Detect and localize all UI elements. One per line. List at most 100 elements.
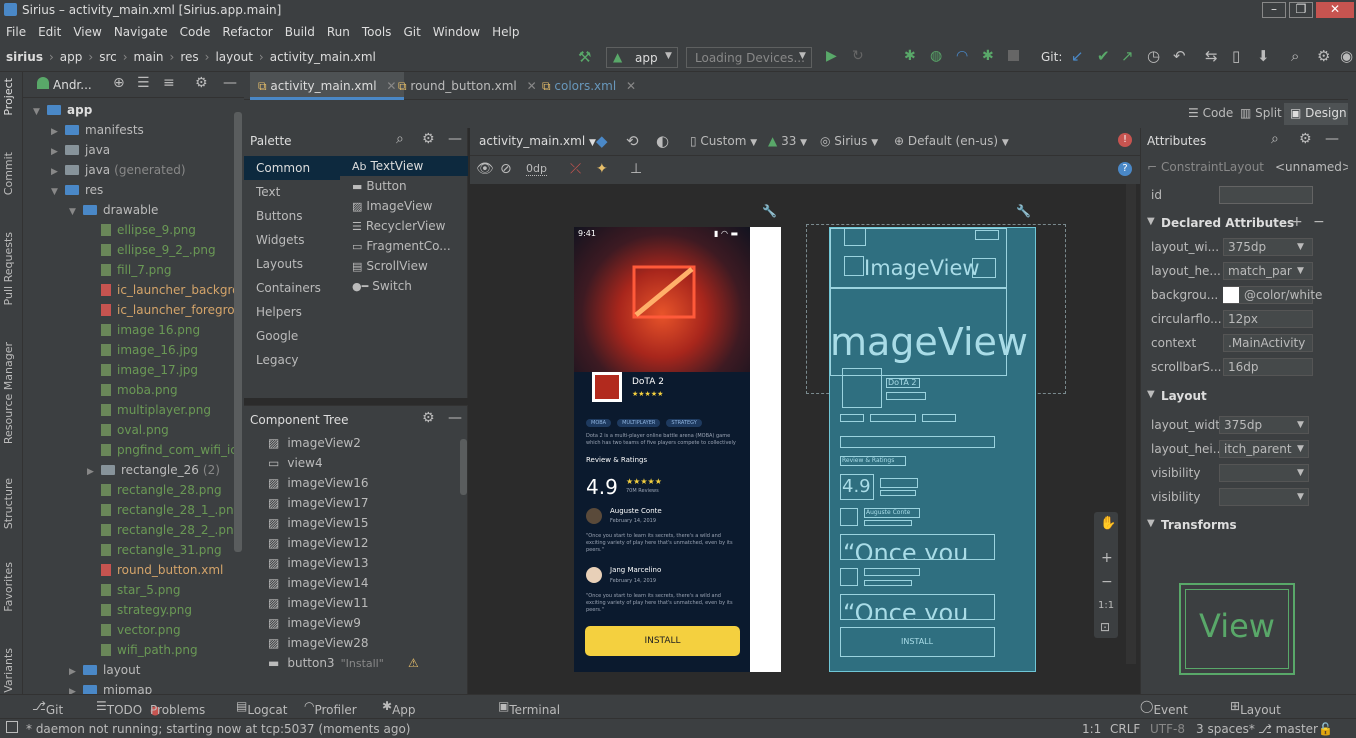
component-item[interactable]: ▨ imageView13 <box>268 553 368 573</box>
error-icon[interactable]: ! <box>1118 133 1132 147</box>
tree-item[interactable]: ▶ java <box>51 140 110 160</box>
menu-view[interactable]: View <box>67 22 107 39</box>
minimize-button[interactable]: – <box>1262 2 1286 18</box>
component-item[interactable]: ▨ imageView2 <box>268 433 361 453</box>
tree-item[interactable]: ellipse_9.png <box>87 220 196 240</box>
chevron-icon[interactable]: ▼ <box>51 182 65 202</box>
status-toggle-icon[interactable] <box>6 721 18 733</box>
palette-category[interactable]: Common <box>244 156 340 180</box>
help-icon[interactable]: ? <box>1118 162 1132 176</box>
tool-tab-terminal[interactable]: ▣ Terminal <box>498 699 560 717</box>
chevron-icon[interactable]: ▶ <box>51 162 65 182</box>
tool-tab-favorites[interactable]: Favorites <box>2 562 15 612</box>
debug-icon[interactable]: ✱ <box>904 48 916 64</box>
tree-item[interactable]: vector.png <box>87 620 181 640</box>
blueprint-preview[interactable]: ImageView mageView DoTA 2 Review & Ratin… <box>829 227 1036 672</box>
transforms-section-header[interactable]: ▼ Transforms <box>1141 514 1333 536</box>
gear-icon[interactable]: ⚙ <box>195 75 208 91</box>
default-margin[interactable]: 0dp <box>526 162 547 176</box>
infer-constraints-icon[interactable]: ✦ <box>596 161 608 177</box>
guidelines-icon[interactable]: ⊥ <box>630 161 642 177</box>
palette-widget[interactable]: ●━ Switch <box>340 276 468 296</box>
tool-tab-app-inspection[interactable]: ✱ App Inspection <box>382 699 454 731</box>
wrench-icon[interactable]: 🔧 <box>762 204 777 218</box>
tool-tab-resource-manager[interactable]: Resource Manager <box>2 342 15 444</box>
tree-item[interactable]: ▶ mipmap <box>69 680 152 694</box>
search-icon[interactable]: ⌕ <box>396 131 404 147</box>
orientation-icon[interactable]: ⟲ <box>626 132 639 150</box>
zoom-in-icon[interactable]: + <box>1101 550 1113 566</box>
tree-item[interactable]: ▶ manifests <box>51 120 144 140</box>
tree-item[interactable]: multiplayer.png <box>87 400 211 420</box>
component-item[interactable]: ▨ imageView16 <box>268 473 368 493</box>
close-button[interactable]: ✕ <box>1316 2 1354 18</box>
add-icon[interactable]: + <box>1291 214 1303 230</box>
tree-item[interactable]: ▶ layout <box>69 660 140 680</box>
design-canvas[interactable]: 🔧 🔧 ✋ + − 1:1 ⊡ <box>470 184 1140 672</box>
rerun-icon[interactable]: ↻ <box>852 48 864 64</box>
eye-icon[interactable]: 👁 <box>476 161 494 177</box>
chevron-icon[interactable]: ▼ <box>69 202 83 222</box>
component-item[interactable]: ▭ view4 <box>268 453 323 473</box>
design-mode-button[interactable]: ▣ Design <box>1284 103 1353 125</box>
menu-run[interactable]: Run <box>321 22 356 39</box>
install-button[interactable]: INSTALL <box>585 626 740 656</box>
tree-item[interactable]: ellipse_9_2_.png <box>87 240 216 260</box>
palette-widget[interactable]: ☰ RecyclerView <box>340 216 468 236</box>
breadcrumb-item[interactable]: layout <box>215 50 252 64</box>
tool-tab-variants[interactable]: Variants <box>2 648 15 693</box>
wrench-icon[interactable]: 🔧 <box>1016 204 1031 218</box>
breadcrumb-item[interactable]: res <box>180 50 198 64</box>
tab-colors[interactable]: ⧉ colors.xml ✕ <box>534 72 644 100</box>
device-dropdown[interactable]: Loading Devices... ▼ <box>686 47 812 68</box>
scrollbar[interactable] <box>1126 184 1136 664</box>
apply-changes-icon[interactable]: ✱ <box>982 48 994 64</box>
hide-icon[interactable]: — <box>1325 131 1339 147</box>
device-selector[interactable]: ▯ Custom ▼ <box>690 134 757 148</box>
sync-icon[interactable]: ⇆ <box>1205 47 1218 65</box>
actual-size-icon[interactable]: 1:1 <box>1098 600 1114 611</box>
warning-icon[interactable]: ⚠ <box>408 653 419 673</box>
attribute-value[interactable]: .MainActivity <box>1223 334 1313 352</box>
chevron-down-icon[interactable]: ▼ <box>1297 413 1304 437</box>
project-view-selector[interactable]: Andr... <box>53 78 92 92</box>
device-manager-icon[interactable]: ▯ <box>1232 47 1240 65</box>
lock-icon[interactable]: 🔓 <box>1318 722 1333 736</box>
menu-refactor[interactable]: Refactor <box>216 22 278 39</box>
close-icon[interactable]: ✕ <box>626 79 636 93</box>
component-item[interactable]: ▨ imageView9 <box>268 613 361 633</box>
scrollbar[interactable] <box>460 439 467 495</box>
palette-category[interactable]: Helpers <box>244 300 340 324</box>
menu-file[interactable]: File <box>0 22 32 39</box>
chevron-icon[interactable]: ▼ <box>33 102 47 122</box>
run-icon[interactable]: ▶ <box>826 48 837 64</box>
palette-widget[interactable]: ▭ FragmentCo... <box>340 236 468 256</box>
tool-tab-git[interactable]: ⎇ Git <box>32 699 63 717</box>
chevron-icon[interactable]: ▶ <box>69 662 83 682</box>
line-separator[interactable]: CRLF <box>1110 722 1140 736</box>
palette-widget[interactable]: Ab TextView <box>340 156 468 176</box>
menu-help[interactable]: Help <box>486 22 525 39</box>
palette-category[interactable]: Layouts <box>244 252 340 276</box>
menu-edit[interactable]: Edit <box>32 22 67 39</box>
file-encoding[interactable]: UTF-8 <box>1150 722 1185 736</box>
profile-icon[interactable]: ◠ <box>956 48 968 64</box>
component-item[interactable]: ▨ imageView12 <box>268 533 368 553</box>
chevron-icon[interactable]: ▶ <box>51 122 65 142</box>
pan-icon[interactable]: ✋ <box>1100 516 1116 531</box>
breadcrumb-item[interactable]: main <box>134 50 164 64</box>
menu-code[interactable]: Code <box>174 22 217 39</box>
tool-tab-commit[interactable]: Commit <box>2 152 15 195</box>
tree-item[interactable]: ▼ app <box>33 100 92 120</box>
expand-all-icon[interactable]: ☰ <box>137 75 150 91</box>
menu-build[interactable]: Build <box>279 22 321 39</box>
tree-item[interactable]: strategy.png <box>87 600 192 620</box>
tree-item[interactable]: image_16.jpg <box>87 340 198 360</box>
chevron-down-icon[interactable]: ▼ <box>1297 259 1304 283</box>
tool-tab-structure[interactable]: Structure <box>2 478 15 529</box>
tree-item[interactable]: round_button.xml <box>87 560 223 580</box>
git-update-icon[interactable]: ↙ <box>1071 47 1084 65</box>
menu-navigate[interactable]: Navigate <box>108 22 174 39</box>
phone-preview[interactable]: 9:41 ▮ ◠ ▬ DoTA 2 ★★★★★ MOBA MULTIPLAYER S… <box>574 227 750 672</box>
tool-tab-pull-requests[interactable]: Pull Requests <box>2 232 15 305</box>
